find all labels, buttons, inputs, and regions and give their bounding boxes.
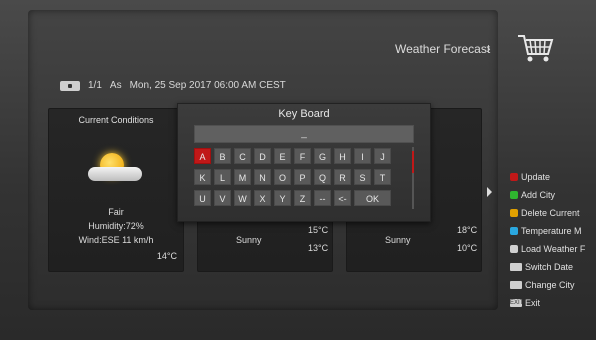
menu-item-label: Load Weather F	[521, 244, 586, 254]
key-w[interactable]: W	[234, 190, 251, 206]
exit-key-icon: EXIT	[510, 299, 524, 307]
menu-item-update[interactable]: Update	[510, 168, 585, 186]
key-f[interactable]: F	[294, 148, 311, 164]
key-dash[interactable]: --	[314, 190, 331, 206]
key-ok[interactable]: OK	[354, 190, 391, 206]
color-key-icon	[510, 245, 518, 253]
key-m[interactable]: M	[234, 169, 251, 185]
temp-high: 18°C	[457, 225, 478, 235]
menu-item-label: Update	[521, 172, 551, 182]
info-bar: 1/1 As Mon, 25 Sep 2017 06:00 AM CEST	[60, 80, 286, 91]
color-key-icon	[510, 191, 518, 199]
location-code: As	[109, 80, 122, 91]
temp-low: 13°C	[308, 243, 329, 253]
menu-item-switch-date[interactable]: Switch Date	[510, 258, 585, 276]
key-t[interactable]: T	[374, 169, 391, 185]
menu-item-label: Delete Current	[521, 208, 580, 218]
keyboard-keys: A B C D E F G H I J K L M N O P Q R S T U V W X Y Z -- <- OK	[194, 148, 391, 206]
menu-item-label: Temperature M	[521, 226, 582, 236]
key-j[interactable]: J	[374, 148, 391, 164]
key-l[interactable]: L	[214, 169, 231, 185]
condition-text: Fair	[108, 207, 124, 217]
key-b[interactable]: B	[214, 148, 231, 164]
menu-item-label: Exit	[525, 298, 541, 308]
key-backspace[interactable]: <-	[334, 190, 351, 206]
current-conditions-panel: Current Conditions Fair Humidity:72% Win…	[48, 108, 184, 272]
temp-low: 10°C	[457, 243, 478, 253]
condition-text: Sunny	[385, 235, 411, 245]
remote-key-icon	[510, 263, 522, 271]
menu-item-label: Switch Date	[525, 262, 574, 272]
keyboard-input[interactable]: _	[194, 125, 414, 143]
wind-text: Wind:ESE 11 km/h	[78, 235, 154, 245]
keyboard-scrollbar[interactable]	[412, 147, 414, 209]
menu-item-load-weather-f[interactable]: Load Weather F	[510, 240, 585, 258]
chevron-right-icon: ›	[486, 40, 491, 56]
humidity-text: Humidity:72%	[88, 221, 144, 231]
temperature-text: 14°C	[156, 251, 177, 261]
key-n[interactable]: N	[254, 169, 271, 185]
key-e[interactable]: E	[274, 148, 291, 164]
key-p[interactable]: P	[294, 169, 311, 185]
menu-item-temperature-m[interactable]: Temperature M	[510, 222, 585, 240]
key-g[interactable]: G	[314, 148, 331, 164]
page-count: 1/1	[88, 80, 102, 91]
key-a[interactable]: A	[194, 148, 211, 164]
keyboard-dialog: Key Board _ A B C D E F G H I J K L M N O P Q R S T U V W X Y Z --…	[177, 103, 431, 222]
key-y[interactable]: Y	[274, 190, 291, 206]
color-key-icon	[510, 227, 518, 235]
key-v[interactable]: V	[214, 190, 231, 206]
menu-item-add-city[interactable]: Add City	[510, 186, 585, 204]
shopping-cart-icon	[518, 35, 554, 62]
menu-item-delete-current[interactable]: Delete Current	[510, 204, 585, 222]
key-z[interactable]: Z	[294, 190, 311, 206]
key-h[interactable]: H	[334, 148, 351, 164]
page-indicator-icon	[60, 80, 80, 91]
key-d[interactable]: D	[254, 148, 271, 164]
arrow-right-icon[interactable]	[487, 187, 492, 197]
key-i[interactable]: I	[354, 148, 371, 164]
color-key-icon	[510, 173, 518, 181]
side-menu: Update Add City Delete Current Temperature …	[510, 168, 585, 312]
remote-key-icon	[510, 281, 522, 289]
page-title: Weather Forecast	[395, 42, 491, 56]
key-o[interactable]: O	[274, 169, 291, 185]
menu-item-label: Change City	[525, 280, 575, 290]
key-k[interactable]: K	[194, 169, 211, 185]
key-c[interactable]: C	[234, 148, 251, 164]
panel-title: Current Conditions	[78, 115, 154, 125]
keyboard-title: Key Board	[278, 108, 330, 120]
key-s[interactable]: S	[354, 169, 371, 185]
condition-text: Sunny	[236, 235, 262, 245]
scrollbar-thumb[interactable]	[412, 151, 414, 173]
key-q[interactable]: Q	[314, 169, 331, 185]
datetime: Mon, 25 Sep 2017 06:00 AM CEST	[129, 80, 286, 91]
menu-item-label: Add City	[521, 190, 556, 200]
key-u[interactable]: U	[194, 190, 211, 206]
temp-high: 15°C	[308, 225, 329, 235]
sun-cloud-icon	[84, 149, 144, 189]
menu-item-exit[interactable]: EXIT Exit	[510, 294, 585, 312]
menu-item-change-city[interactable]: Change City	[510, 276, 585, 294]
key-x[interactable]: X	[254, 190, 271, 206]
color-key-icon	[510, 209, 518, 217]
key-r[interactable]: R	[334, 169, 351, 185]
